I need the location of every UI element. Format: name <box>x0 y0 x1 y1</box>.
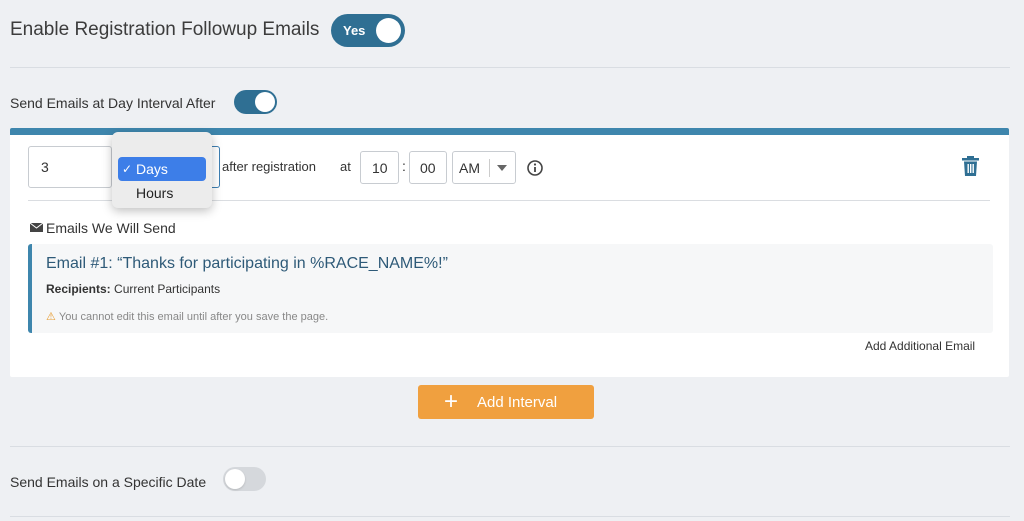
switch-knob <box>255 92 275 112</box>
warning-icon: ⚠ <box>46 311 56 323</box>
select-divider <box>489 159 490 177</box>
at-text: at <box>340 159 351 174</box>
email-recipients: Recipients: Current Participants <box>46 282 220 296</box>
minute-input[interactable]: 00 <box>409 151 447 184</box>
interval-section-label: Send Emails at Day Interval After <box>10 95 216 111</box>
interval-count-value: 3 <box>41 159 49 175</box>
trash-icon[interactable] <box>962 156 979 176</box>
envelope-icon <box>29 222 44 232</box>
specific-date-switch[interactable] <box>223 467 266 491</box>
hour-input[interactable]: 10 <box>360 151 399 184</box>
caret-down-icon <box>497 165 507 171</box>
toggle-label: Yes <box>343 23 366 38</box>
info-icon[interactable] <box>526 159 544 177</box>
warning-text: You cannot edit this email until after y… <box>58 311 329 323</box>
recipients-label: Recipients: <box>46 282 111 296</box>
recipients-value: Current Participants <box>114 282 221 296</box>
divider <box>10 446 1010 447</box>
checkmark-icon: ✓ <box>122 162 133 176</box>
switch-knob <box>225 469 245 489</box>
enable-followup-toggle[interactable]: Yes <box>331 14 405 47</box>
unit-option-days-label: Days <box>136 161 168 177</box>
hour-value: 10 <box>372 160 388 176</box>
unit-dropdown-menu: ✓ Days Hours <box>112 132 212 208</box>
add-interval-label: Add Interval <box>477 394 558 411</box>
email-warning: ⚠ You cannot edit this email until after … <box>46 310 328 323</box>
email-item: Email #1: “Thanks for participating in %… <box>28 244 993 333</box>
emails-heading: Emails We Will Send <box>29 220 176 236</box>
divider <box>10 516 1010 517</box>
add-interval-button[interactable]: + Add Interval <box>418 385 594 419</box>
email-title[interactable]: Email #1: “Thanks for participating in %… <box>46 255 448 273</box>
minute-value: 00 <box>420 160 436 176</box>
ampm-value: AM <box>459 160 480 176</box>
after-registration-text: after registration <box>222 159 316 174</box>
add-additional-email-link[interactable]: Add Additional Email <box>865 339 975 353</box>
interval-count-input[interactable]: 3 <box>28 146 112 188</box>
plus-icon: + <box>444 388 459 415</box>
time-separator: : <box>402 158 406 174</box>
emails-heading-text: Emails We Will Send <box>46 220 176 236</box>
interval-switch[interactable] <box>234 90 277 114</box>
ampm-select[interactable]: AM <box>452 151 516 184</box>
toggle-knob <box>376 18 401 43</box>
unit-option-days[interactable]: ✓ Days <box>118 157 206 181</box>
unit-option-hours[interactable]: Hours <box>136 185 173 201</box>
divider <box>10 67 1010 68</box>
page-title: Enable Registration Followup Emails <box>10 19 320 40</box>
specific-date-label: Send Emails on a Specific Date <box>10 474 207 490</box>
